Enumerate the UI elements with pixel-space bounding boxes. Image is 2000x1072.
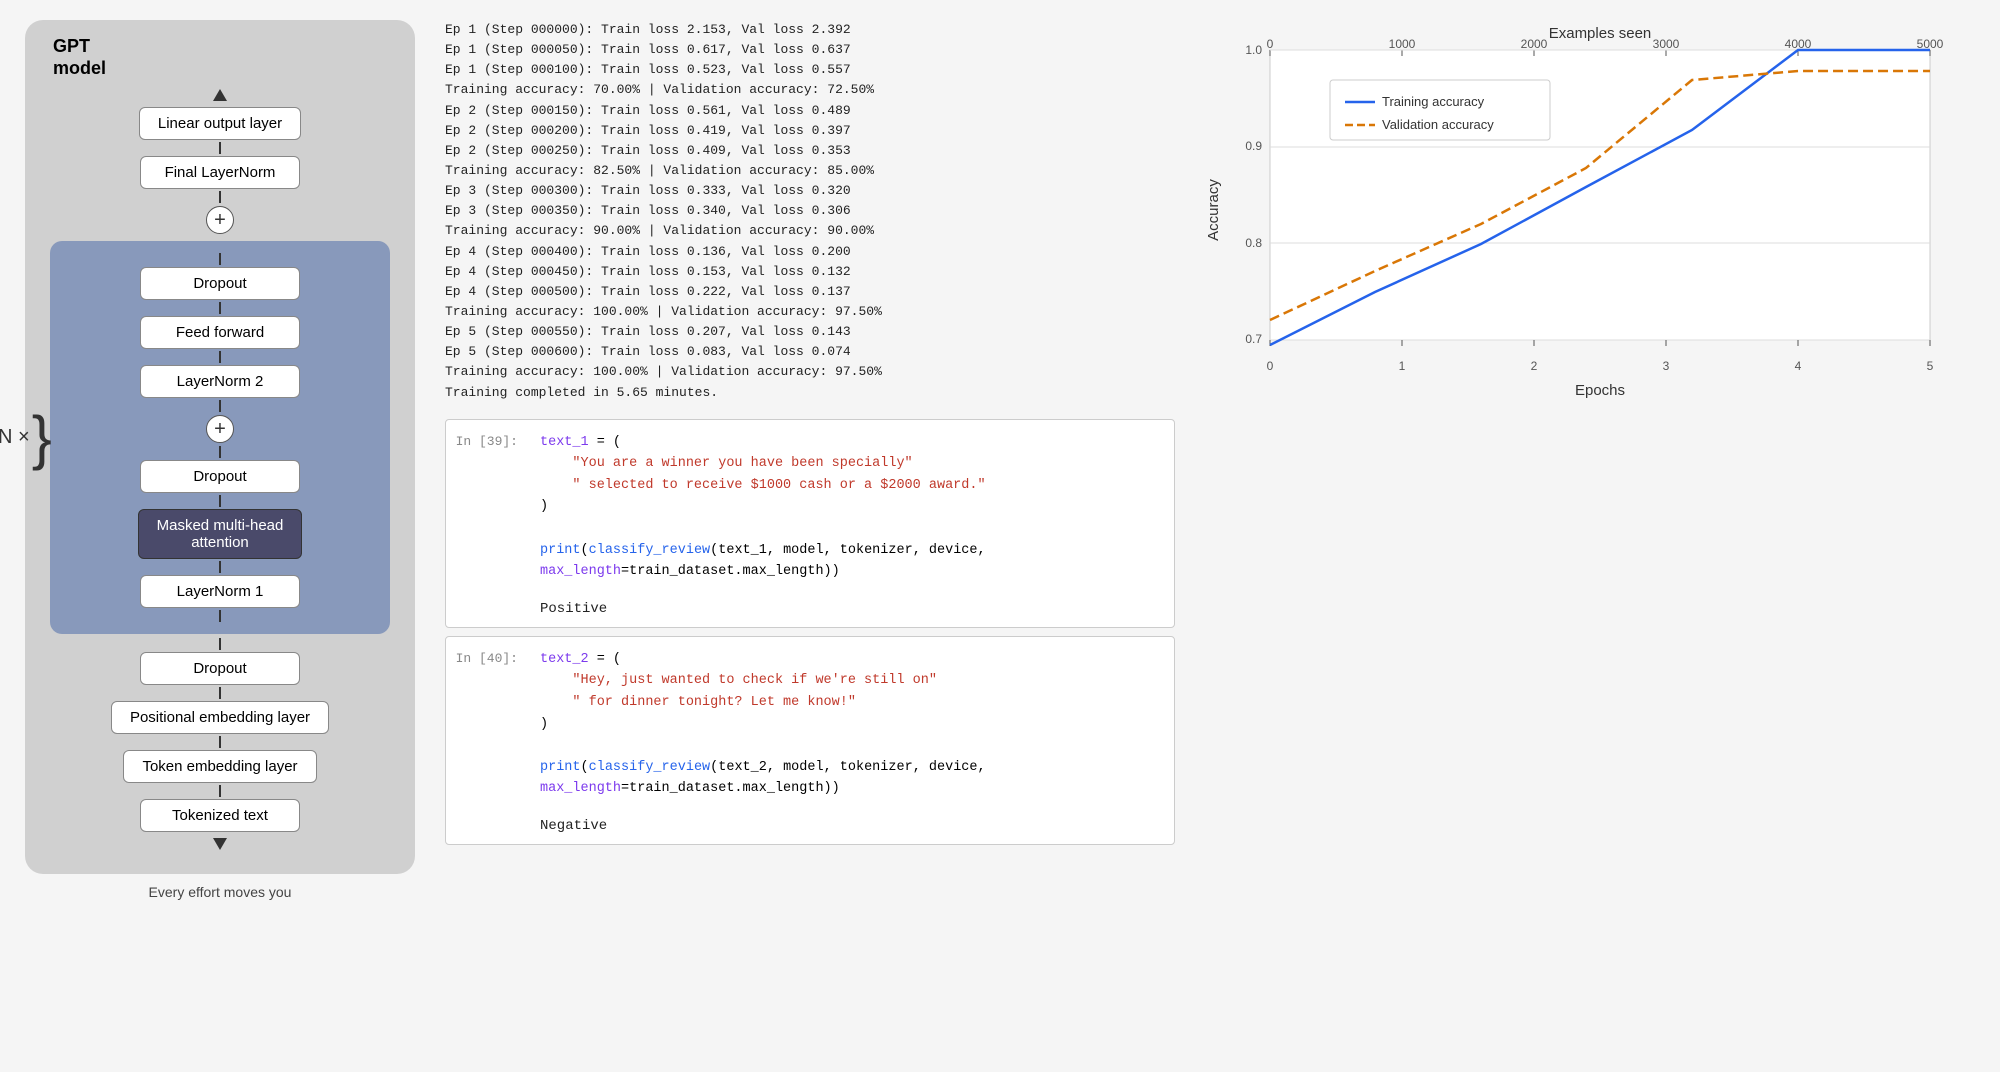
cell-40-header: In [40]: text_2 = ( "Hey, just wanted to… — [446, 637, 1174, 812]
svg-text:Epochs: Epochs — [1575, 382, 1625, 399]
final-layernorm-box: Final LayerNorm — [140, 156, 300, 189]
svg-text:5: 5 — [1927, 359, 1934, 373]
diagram-section: GPTmodel Linear output layer Final Layer… — [0, 0, 430, 1072]
connector — [219, 638, 221, 650]
transformer-block: N × } Dropout Feed forward LayerNorm 2 +… — [50, 241, 390, 634]
svg-text:2: 2 — [1531, 359, 1538, 373]
feed-forward-box: Feed forward — [140, 316, 300, 349]
svg-text:0: 0 — [1267, 37, 1274, 51]
connector — [219, 561, 221, 573]
svg-text:1000: 1000 — [1389, 37, 1416, 51]
plus-circle-mid: + — [206, 415, 234, 443]
svg-text:0.8: 0.8 — [1245, 236, 1262, 250]
svg-text:0.7: 0.7 — [1245, 332, 1262, 346]
cell-39-code: text_1 = ( "You are a winner you have be… — [526, 420, 1174, 595]
svg-text:0: 0 — [1267, 359, 1274, 373]
connector — [219, 736, 221, 748]
top-arrow — [213, 89, 227, 101]
positional-embedding-box: Positional embedding layer — [111, 701, 329, 734]
svg-text:2000: 2000 — [1521, 37, 1548, 51]
cell-39-output: Positive — [446, 595, 1174, 627]
diagram-caption: Every effort moves you — [149, 884, 292, 900]
cell-39-header: In [39]: text_1 = ( "You are a winner yo… — [446, 420, 1174, 595]
svg-text:Examples seen: Examples seen — [1549, 25, 1652, 42]
dropout2-box: Dropout — [140, 460, 300, 493]
connector — [219, 495, 221, 507]
tokenized-text-box: Tokenized text — [140, 799, 300, 832]
accuracy-chart: Examples seen 0 1000 2000 3000 4000 5000… — [1200, 20, 1980, 410]
cell-40-label: In [40]: — [446, 637, 526, 812]
svg-text:1: 1 — [1399, 359, 1406, 373]
svg-text:Validation accuracy: Validation accuracy — [1382, 117, 1494, 132]
connector — [219, 142, 221, 154]
svg-text:3: 3 — [1663, 359, 1670, 373]
n-label: N × — [0, 426, 30, 449]
connector — [219, 400, 221, 412]
connector — [219, 253, 221, 265]
svg-text:Accuracy: Accuracy — [1205, 179, 1222, 241]
console-output: Ep 1 (Step 000000): Train loss 2.153, Va… — [445, 20, 1175, 403]
connector — [219, 687, 221, 699]
cell-40-output: Negative — [446, 812, 1174, 844]
gpt-title: GPTmodel — [53, 36, 106, 79]
dropout1-box: Dropout — [140, 267, 300, 300]
svg-text:Training accuracy: Training accuracy — [1382, 94, 1485, 109]
connector — [219, 302, 221, 314]
cell-40: In [40]: text_2 = ( "Hey, just wanted to… — [445, 636, 1175, 845]
svg-text:0.9: 0.9 — [1245, 139, 1262, 153]
gpt-diagram: GPTmodel Linear output layer Final Layer… — [25, 20, 415, 874]
connector — [219, 446, 221, 458]
connector — [219, 191, 221, 203]
cell-39-label: In [39]: — [446, 420, 526, 595]
connector — [219, 785, 221, 797]
plus-circle-top: + — [206, 206, 234, 234]
svg-text:3000: 3000 — [1653, 37, 1680, 51]
cell-40-code: text_2 = ( "Hey, just wanted to check if… — [526, 637, 1174, 812]
svg-text:4: 4 — [1795, 359, 1802, 373]
cell-39: In [39]: text_1 = ( "You are a winner yo… — [445, 419, 1175, 628]
linear-output-box: Linear output layer — [139, 107, 301, 140]
svg-text:1.0: 1.0 — [1245, 43, 1262, 57]
bottom-arrow — [213, 838, 227, 850]
middle-section: Ep 1 (Step 000000): Train loss 2.153, Va… — [430, 0, 1190, 1072]
layernorm1-box: LayerNorm 1 — [140, 575, 300, 608]
n-times-label: N × } — [0, 408, 52, 468]
connector — [219, 351, 221, 363]
chart-section: Examples seen 0 1000 2000 3000 4000 5000… — [1190, 0, 2000, 1072]
connector — [219, 610, 221, 622]
brace-icon: } — [32, 408, 52, 468]
dropout3-box: Dropout — [140, 652, 300, 685]
layernorm2-box: LayerNorm 2 — [140, 365, 300, 398]
masked-attention-box: Masked multi-headattention — [138, 509, 303, 559]
token-embedding-box: Token embedding layer — [123, 750, 316, 783]
